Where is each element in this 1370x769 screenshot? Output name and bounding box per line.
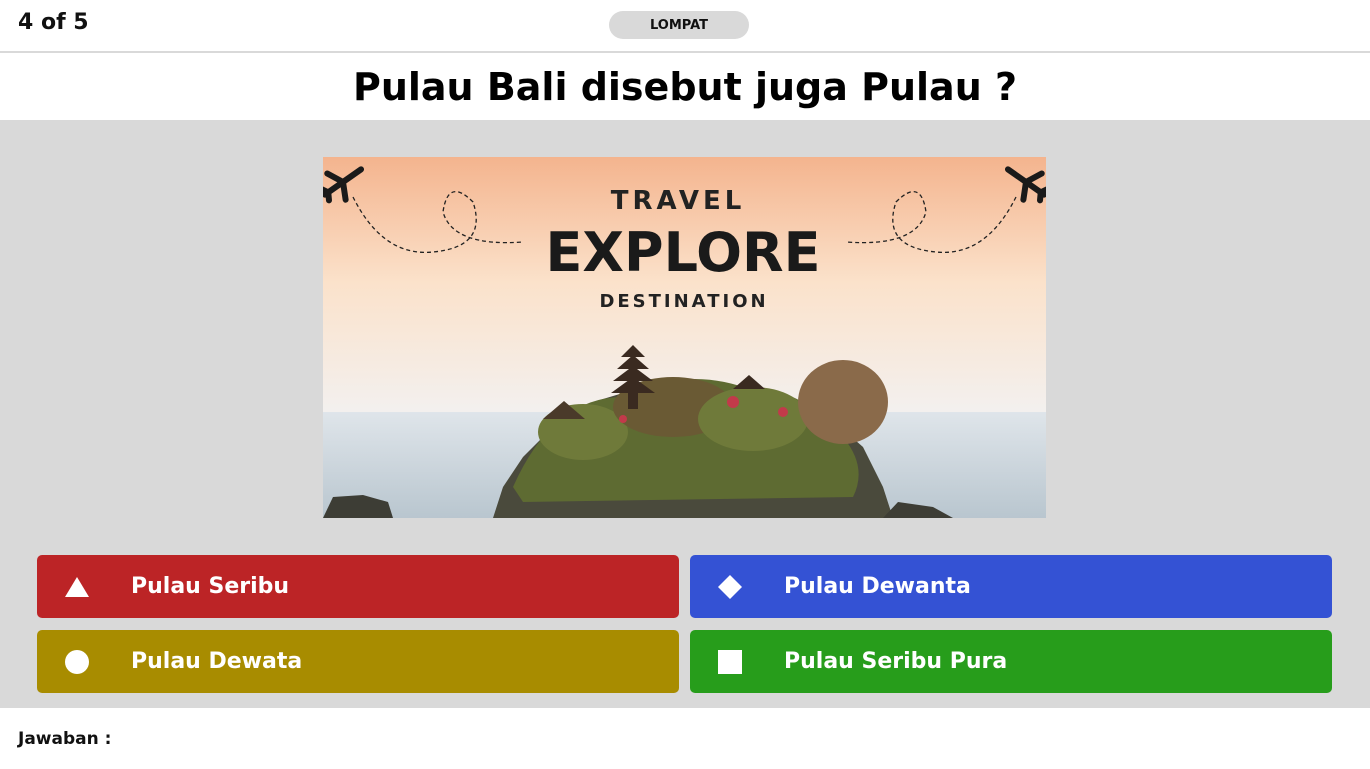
answer-label: Pulau Dewanta [784, 574, 971, 599]
question-stage: TRAVEL EXPLORE DESTINATION Pulau Seribu … [0, 120, 1370, 708]
answer-option-1[interactable]: Pulau Seribu [37, 555, 679, 618]
question-image: TRAVEL EXPLORE DESTINATION [323, 157, 1046, 518]
top-bar: 4 of 5 LOMPAT [0, 0, 1370, 53]
circle-icon [64, 649, 90, 675]
question-title: Pulau Bali disebut juga Pulau ? [352, 65, 1018, 109]
triangle-icon [64, 574, 90, 600]
hero-line-1: TRAVEL [611, 186, 746, 216]
answer-option-2[interactable]: Pulau Dewanta [690, 555, 1332, 618]
travel-explore-image: TRAVEL EXPLORE DESTINATION [323, 157, 1046, 518]
answer-label: Pulau Seribu [131, 574, 290, 599]
answer-option-3[interactable]: Pulau Dewata [37, 630, 679, 693]
question-counter: 4 of 5 [18, 10, 89, 35]
hero-line-2: EXPLORE [546, 221, 821, 284]
answer-option-4[interactable]: Pulau Seribu Pura [690, 630, 1332, 693]
square-icon [717, 649, 743, 675]
skip-button[interactable]: LOMPAT [609, 11, 749, 39]
answer-label: Pulau Dewata [131, 649, 303, 674]
answer-footer-label: Jawaban : [18, 729, 112, 749]
diamond-icon [717, 574, 743, 600]
answer-label: Pulau Seribu Pura [784, 649, 1008, 674]
hero-line-3: DESTINATION [599, 291, 768, 312]
